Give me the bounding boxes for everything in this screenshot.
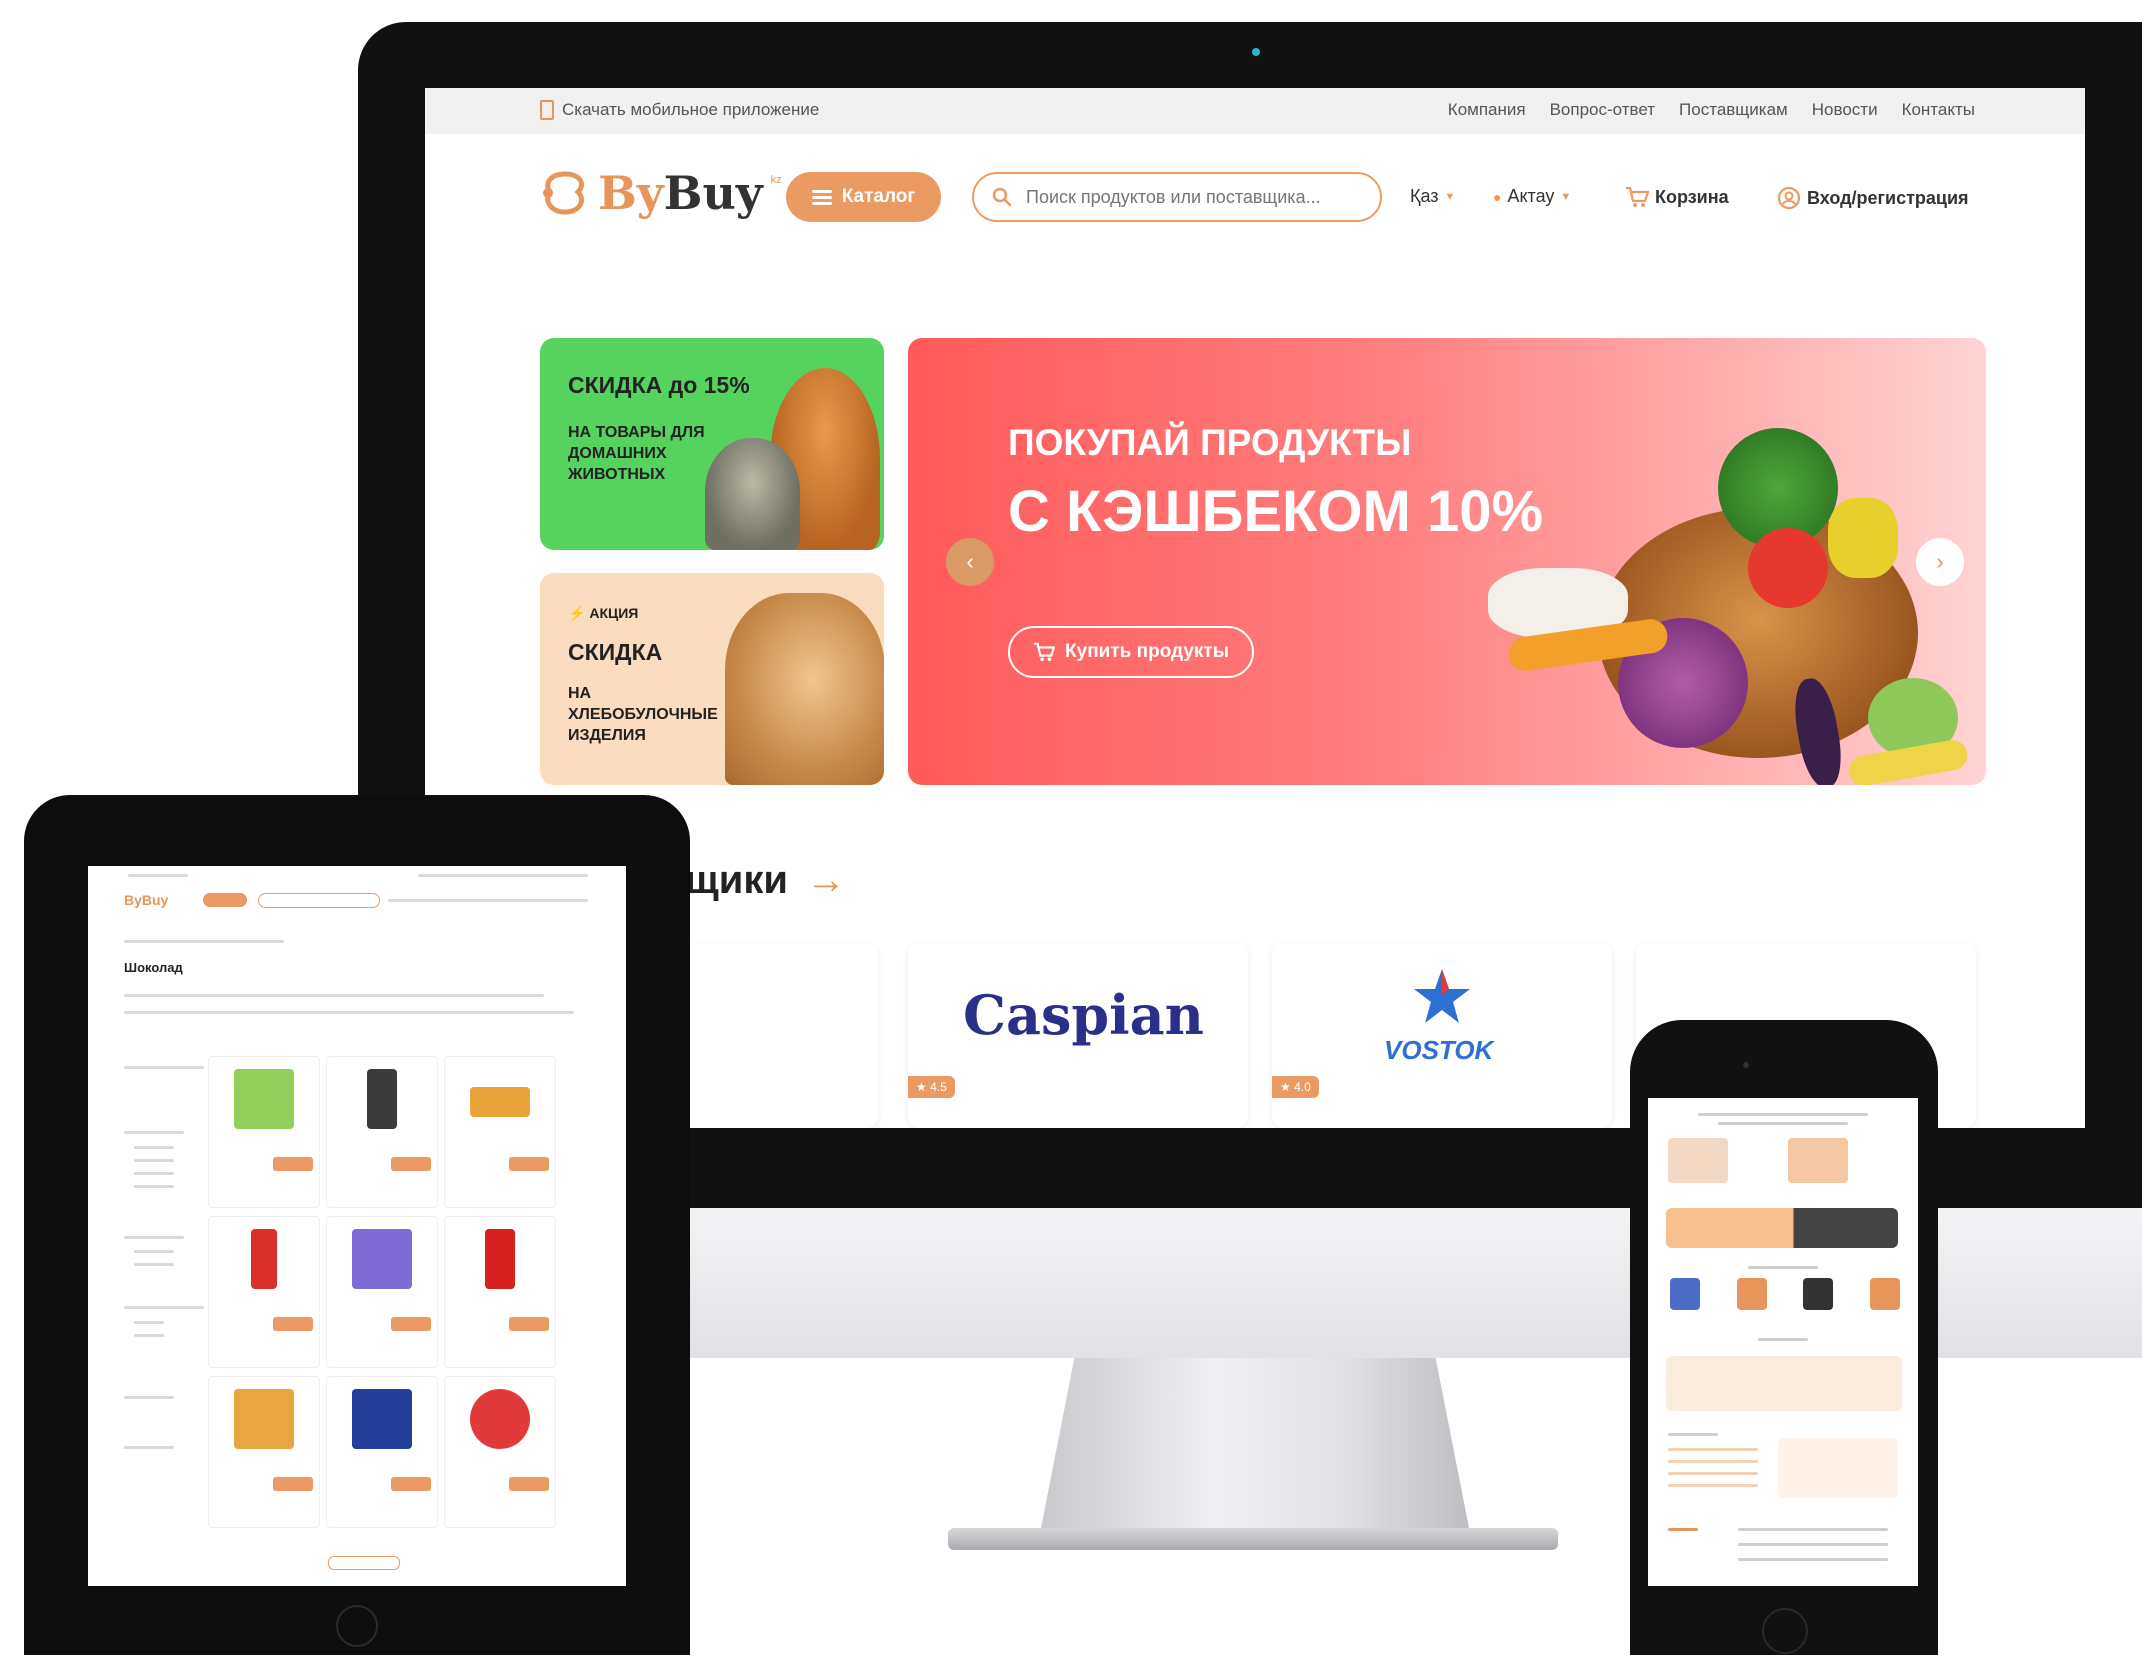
- product-card[interactable]: [326, 1376, 438, 1528]
- tablet-screen: ByBuy Шоколад: [88, 866, 626, 1586]
- hero-banner: ПОКУПАЙ ПРОДУКТЫ С КЭШБЕКОМ 10% Купить п…: [908, 338, 1986, 785]
- location-pin-icon: ●: [1493, 188, 1502, 205]
- phone-screen: [1648, 1098, 1918, 1586]
- top-nav: Компания Вопрос-ответ Поставщикам Новост…: [1448, 100, 1975, 120]
- nav-suppliers[interactable]: Поставщикам: [1679, 100, 1788, 120]
- nav-news[interactable]: Новости: [1812, 100, 1878, 120]
- promo-pets-banner[interactable]: СКИДКА до 15% НА ТОВАРЫ ДЛЯ ДОМАШНИХ ЖИВ…: [540, 338, 884, 550]
- phone-features: [1666, 1356, 1902, 1411]
- tablet-logo: ByBuy: [124, 892, 169, 908]
- nav-faq[interactable]: Вопрос-ответ: [1550, 100, 1655, 120]
- menu-icon: [811, 187, 832, 208]
- monitor-stand-base: [948, 1528, 1558, 1550]
- chevron-down-icon: ▼: [1560, 190, 1572, 203]
- phone-icon: [540, 100, 554, 120]
- search-icon: [992, 187, 1012, 207]
- user-icon: [1777, 186, 1801, 210]
- bread-basket-image: [725, 593, 884, 785]
- promo-subtitle: НА ТОВАРЫ ДЛЯ ДОМАШНИХ ЖИВОТНЫХ: [568, 424, 705, 483]
- lightning-icon: ⚡: [568, 605, 586, 621]
- carousel-prev-button[interactable]: ‹: [946, 538, 994, 586]
- search-input[interactable]: [1024, 185, 1358, 209]
- camera-dot: [1252, 48, 1260, 56]
- login-link[interactable]: Вход/регистрация: [1777, 186, 1969, 210]
- chevron-left-icon: ‹: [966, 549, 974, 574]
- monitor-stand: [1040, 1358, 1470, 1533]
- suppliers-section-title[interactable]: щики →: [685, 858, 846, 903]
- mobile-app-link[interactable]: Скачать мобильное приложение: [540, 100, 819, 120]
- promo-title: СКИДКА: [568, 639, 663, 665]
- vostok-logo: VOSTOK: [1384, 1035, 1494, 1065]
- arrow-right-icon: →: [805, 858, 846, 902]
- chevron-down-icon: ▼: [1444, 190, 1456, 203]
- cart-icon: [1626, 186, 1649, 207]
- search-box: [972, 172, 1382, 222]
- city-selector[interactable]: ● Актау ▼: [1493, 186, 1571, 207]
- logo[interactable]: ByBuy kz: [540, 166, 782, 220]
- promo-title: СКИДКА до 15%: [568, 372, 750, 398]
- phone-home-button: [1762, 1608, 1808, 1654]
- vegetable-basket-image: [1448, 378, 1970, 785]
- caspian-logo: Caspian: [963, 983, 1204, 1047]
- logo-icon: [543, 171, 584, 215]
- cat-image: [705, 438, 800, 550]
- buy-products-button[interactable]: Купить продукты: [1008, 626, 1254, 678]
- product-card[interactable]: [208, 1056, 320, 1208]
- vostok-star-icon: [1414, 969, 1470, 1023]
- phone-promo-banner[interactable]: [1666, 1208, 1898, 1248]
- cart-link[interactable]: Корзина: [1625, 186, 1729, 208]
- phone-illustration: [1668, 1138, 1728, 1183]
- supplier-card-caspian[interactable]: Caspian ★ 4.5: [908, 943, 1248, 1128]
- rating-badge: ★ 4.0: [1272, 1076, 1319, 1098]
- tablet-home-button: [336, 1605, 378, 1647]
- product-card[interactable]: [208, 1376, 320, 1528]
- cart-icon: [1034, 642, 1056, 662]
- language-selector[interactable]: Қаз ▼: [1410, 186, 1455, 207]
- product-card[interactable]: [326, 1056, 438, 1208]
- phone-steps-row: [1670, 1278, 1900, 1314]
- product-card[interactable]: [208, 1216, 320, 1368]
- supplier-card-vostok[interactable]: VOSTOK ★ 4.0: [1272, 943, 1612, 1128]
- phone-illustration: [1788, 1138, 1848, 1183]
- phone-contact-card: [1778, 1438, 1898, 1498]
- catalog-button[interactable]: Каталог: [786, 172, 941, 222]
- product-card[interactable]: [444, 1056, 556, 1208]
- promo-bread-banner[interactable]: ⚡ АКЦИЯ СКИДКА НА ХЛЕБОБУЛОЧНЫЕ ИЗДЕЛИЯ: [540, 573, 884, 785]
- hero-title-line1: ПОКУПАЙ ПРОДУКТЫ: [1008, 422, 1412, 463]
- promo-tag: ⚡ АКЦИЯ: [568, 605, 639, 621]
- tablet-show-more-button[interactable]: [328, 1556, 400, 1570]
- rating-badge: ★ 4.5: [908, 1076, 955, 1098]
- top-bar: Скачать мобильное приложение Компания Во…: [425, 88, 2085, 134]
- product-card[interactable]: [326, 1216, 438, 1368]
- product-card[interactable]: [444, 1216, 556, 1368]
- phone-speaker: [1743, 1062, 1749, 1068]
- nav-company[interactable]: Компания: [1448, 100, 1526, 120]
- promo-subtitle: НА ХЛЕБОБУЛОЧНЫЕ ИЗДЕЛИЯ: [568, 685, 718, 744]
- tablet-search[interactable]: [258, 893, 380, 908]
- tablet-catalog-button[interactable]: [203, 893, 247, 907]
- tablet-page-title: Шоколад: [124, 960, 183, 975]
- product-card[interactable]: [444, 1376, 556, 1528]
- nav-contacts[interactable]: Контакты: [1902, 100, 1975, 120]
